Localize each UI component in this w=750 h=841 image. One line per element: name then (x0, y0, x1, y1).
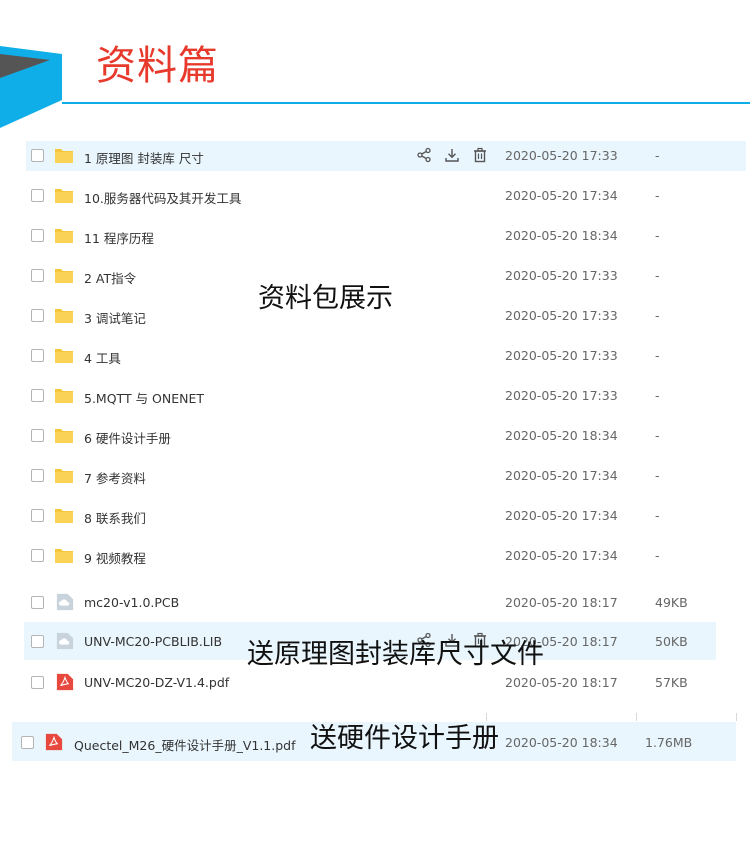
file-name[interactable]: 1 原理图 封装库 尺寸 (84, 148, 204, 167)
folder-icon (55, 349, 73, 363)
row-checkbox[interactable] (31, 676, 44, 689)
folder-icon (55, 509, 73, 523)
file-row-7[interactable]: 6 硬件设计手册 2020-05-20 18:34 - (26, 421, 746, 451)
file-row-9[interactable]: 8 联系我们 2020-05-20 17:34 - (26, 501, 746, 531)
file-size: - (655, 468, 660, 483)
file-name[interactable]: 5.MQTT 与 ONENET (84, 388, 204, 407)
folder-icon (55, 549, 73, 563)
file-name[interactable]: 2 AT指令 (84, 268, 136, 287)
file-row-6[interactable]: 5.MQTT 与 ONENET 2020-05-20 17:33 - (26, 381, 746, 411)
row-checkbox[interactable] (31, 549, 44, 562)
page-title: 资料篇 (96, 43, 219, 89)
file-row-1[interactable]: 10.服务器代码及其开发工具 2020-05-20 17:34 - (26, 181, 746, 211)
row-checkbox[interactable] (31, 189, 44, 202)
file-date: 2020-05-20 18:34 (505, 428, 618, 443)
file-size: 1.76MB (645, 735, 693, 750)
corner-decoration-icon (0, 46, 62, 128)
row-checkbox[interactable] (31, 349, 44, 362)
file-size: - (655, 268, 660, 283)
row-checkbox[interactable] (31, 596, 44, 609)
row-checkbox[interactable] (31, 269, 44, 282)
row-checkbox[interactable] (31, 469, 44, 482)
row-checkbox[interactable] (31, 429, 44, 442)
folder-icon (55, 389, 73, 403)
folder-icon (55, 309, 73, 323)
file-size: - (655, 348, 660, 363)
file-date: 2020-05-20 17:33 (505, 348, 618, 363)
cloud-file-icon (56, 593, 74, 611)
row-actions (416, 147, 488, 163)
file-date: 2020-05-20 17:34 (505, 508, 618, 523)
file-size: 57KB (655, 675, 688, 690)
file-date: 2020-05-20 17:34 (505, 548, 618, 563)
file-date: 2020-05-20 17:33 (505, 148, 618, 163)
page-header: 资料篇 (0, 0, 750, 128)
file-row-2[interactable]: 11 程序历程 2020-05-20 18:34 - (26, 221, 746, 251)
folder-icon (55, 269, 73, 283)
file-date: 2020-05-20 18:34 (505, 228, 618, 243)
file-name[interactable]: UNV-MC20-PCBLIB.LIB (84, 634, 222, 649)
row-checkbox[interactable] (31, 509, 44, 522)
file-date: 2020-05-20 17:33 (505, 268, 618, 283)
pdf-icon (45, 733, 63, 751)
row-checkbox[interactable] (31, 309, 44, 322)
column-separator (486, 713, 487, 721)
file-name[interactable]: 9 视频教程 (84, 548, 146, 567)
row-checkbox[interactable] (31, 149, 44, 162)
file-size: - (655, 388, 660, 403)
row-checkbox[interactable] (31, 389, 44, 402)
file-date: 2020-05-20 18:17 (505, 595, 618, 610)
file-row-10[interactable]: 9 视频教程 2020-05-20 17:34 - (26, 541, 746, 571)
file-size: - (655, 308, 660, 323)
folder-icon (55, 189, 73, 203)
file-name[interactable]: 10.服务器代码及其开发工具 (84, 188, 241, 207)
file-size: - (655, 188, 660, 203)
file-size: 50KB (655, 634, 688, 649)
file-size: 49KB (655, 595, 688, 610)
file-date: 2020-05-20 18:17 (505, 675, 618, 690)
column-separator (636, 713, 637, 721)
caption-manual: 送硬件设计手册 (310, 723, 499, 754)
share-icon[interactable] (416, 147, 432, 163)
file-size: - (655, 548, 660, 563)
file-row-5[interactable]: 4 工具 2020-05-20 17:33 - (26, 341, 746, 371)
folder-icon (55, 469, 73, 483)
file-size: - (655, 508, 660, 523)
file-name[interactable]: Quectel_M26_硬件设计手册_V1.1.pdf (74, 735, 296, 754)
file-name[interactable]: UNV-MC20-DZ-V1.4.pdf (84, 675, 229, 690)
file-date: 2020-05-20 17:33 (505, 388, 618, 403)
caption-bundle: 资料包展示 (258, 283, 393, 314)
row-checkbox[interactable] (31, 635, 44, 648)
file-size: - (655, 228, 660, 243)
file-name[interactable]: 3 调试笔记 (84, 308, 146, 327)
file-name[interactable]: mc20-v1.0.PCB (84, 595, 179, 610)
file-date: 2020-05-20 17:33 (505, 308, 618, 323)
download-icon[interactable] (444, 147, 460, 163)
file-name[interactable]: 8 联系我们 (84, 508, 146, 527)
folder-icon (55, 429, 73, 443)
file-date: 2020-05-20 18:34 (505, 735, 618, 750)
row-checkbox[interactable] (31, 229, 44, 242)
file-row-13[interactable]: UNV-MC20-DZ-V1.4.pdf 2020-05-20 18:17 57… (26, 668, 746, 698)
row-checkbox[interactable] (21, 736, 34, 749)
file-date: 2020-05-20 17:34 (505, 468, 618, 483)
cloud-file-icon (56, 632, 74, 650)
file-date: 2020-05-20 17:34 (505, 188, 618, 203)
folder-icon (55, 229, 73, 243)
file-name[interactable]: 4 工具 (84, 348, 121, 367)
column-separator (736, 713, 737, 721)
pdf-icon (56, 673, 74, 691)
header-divider (62, 102, 750, 104)
delete-icon[interactable] (472, 147, 488, 163)
file-name[interactable]: 6 硬件设计手册 (84, 428, 171, 447)
folder-icon (55, 149, 73, 163)
caption-schematic: 送原理图封装库尺寸文件 (247, 639, 544, 670)
file-row-11[interactable]: mc20-v1.0.PCB 2020-05-20 18:17 49KB (26, 588, 746, 618)
file-row-8[interactable]: 7 参考资料 2020-05-20 17:34 - (26, 461, 746, 491)
file-name[interactable]: 7 参考资料 (84, 468, 146, 487)
file-size: - (655, 428, 660, 443)
file-row-0[interactable]: 1 原理图 封装库 尺寸 2020-05-20 17:33 - (26, 141, 746, 171)
file-name[interactable]: 11 程序历程 (84, 228, 154, 247)
file-size: - (655, 148, 660, 163)
